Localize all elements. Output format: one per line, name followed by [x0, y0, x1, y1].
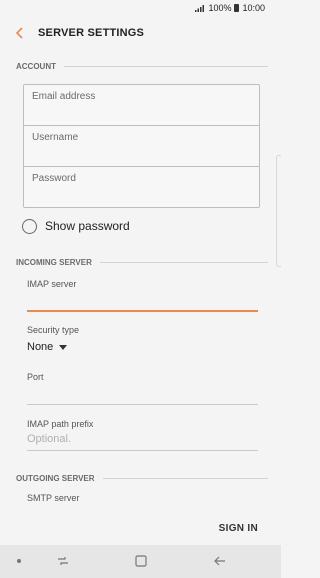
nav-back-icon[interactable]	[212, 553, 228, 569]
password-field[interactable]: Password	[24, 167, 259, 207]
security-type-value: None	[27, 341, 54, 353]
system-nav-bar	[0, 545, 281, 578]
status-bar: 100% 10:00	[0, 0, 281, 16]
show-password-radio[interactable]	[22, 219, 37, 234]
recent-apps-icon[interactable]	[55, 553, 71, 569]
imap-server-underline	[27, 310, 258, 312]
battery-icon	[234, 4, 240, 12]
section-divider	[100, 262, 268, 263]
email-field[interactable]: Email address	[24, 85, 259, 125]
back-arrow-icon[interactable]	[12, 25, 28, 41]
path-prefix-underline	[27, 450, 258, 451]
username-field[interactable]: Username	[24, 126, 259, 166]
password-placeholder: Password	[32, 173, 76, 184]
port-underline	[27, 404, 258, 405]
sign-in-button[interactable]: SIGN IN	[219, 523, 258, 534]
status-right: 100% 10:00	[195, 3, 265, 13]
section-outgoing-label: OUTGOING SERVER	[16, 474, 95, 483]
bottom-action-bar: SIGN IN	[0, 515, 281, 545]
port-label: Port	[27, 372, 44, 382]
username-placeholder: Username	[32, 132, 79, 143]
section-account-label: ACCOUNT	[16, 62, 56, 71]
path-prefix-placeholder: Optional.	[27, 433, 72, 445]
smtp-server-label: SMTP server	[27, 493, 80, 503]
page-title: SERVER SETTINGS	[38, 27, 145, 39]
home-icon[interactable]	[133, 553, 149, 569]
section-incoming-label: INCOMING SERVER	[16, 258, 92, 267]
path-prefix-label: IMAP path prefix	[27, 419, 94, 429]
clock: 10:00	[242, 3, 265, 13]
scrollbar[interactable]	[276, 155, 281, 267]
section-divider	[64, 66, 268, 67]
imap-server-input[interactable]	[27, 293, 258, 309]
security-type-dropdown[interactable]: None	[27, 341, 68, 353]
port-input[interactable]	[27, 386, 258, 402]
app-header: SERVER SETTINGS	[0, 16, 281, 52]
email-placeholder: Email address	[32, 91, 96, 102]
signal-icon	[195, 5, 205, 12]
nav-indicator-dot	[17, 559, 21, 563]
section-divider	[103, 478, 268, 479]
battery-level: 100%	[208, 3, 232, 13]
show-password-label[interactable]: Show password	[45, 219, 130, 233]
caret-down-icon	[59, 344, 68, 350]
account-fields: Email address Username Password	[23, 84, 260, 208]
security-type-label: Security type	[27, 325, 80, 335]
imap-server-label: IMAP server	[27, 279, 77, 289]
